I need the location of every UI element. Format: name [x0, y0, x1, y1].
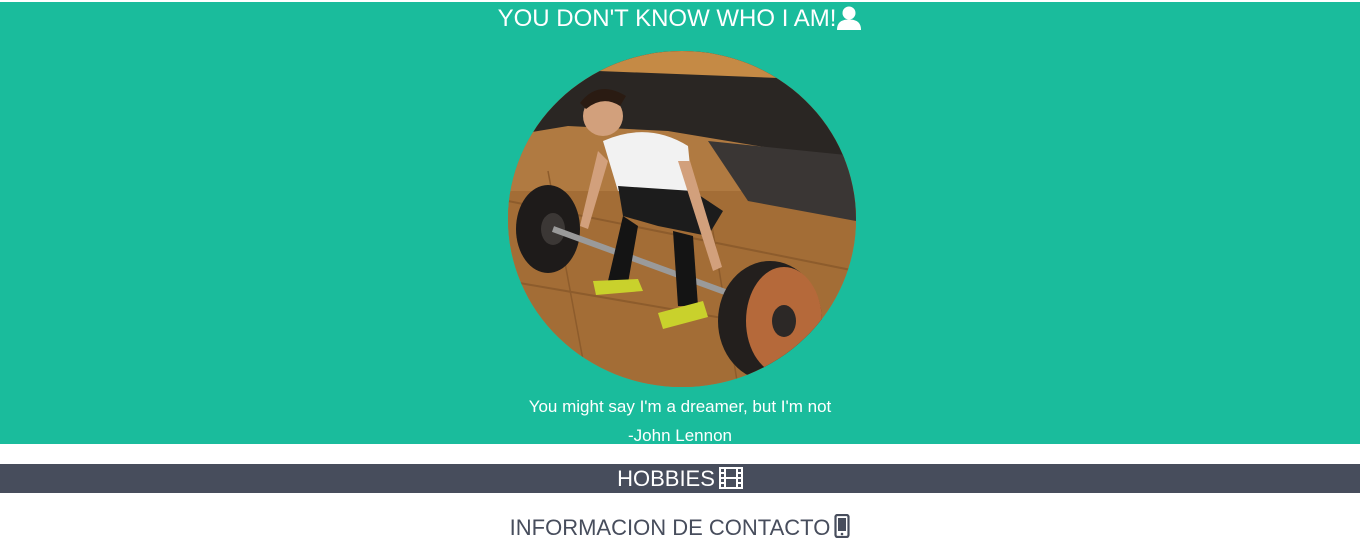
person-icon [836, 5, 862, 39]
film-icon [718, 467, 743, 496]
mobile-phone-icon [834, 496, 850, 546]
hero-title: YOU DON'T KNOW WHO I AM! [0, 4, 1360, 39]
hero-section: YOU DON'T KNOW WHO I AM! You might say I… [0, 2, 1360, 445]
contact-label: INFORMACION DE CONTACTO [509, 515, 831, 540]
hobbies-section-header[interactable]: HOBBIES [0, 464, 1360, 493]
hero-quote: You might say I'm a dreamer, but I'm not [528, 397, 832, 416]
quote-author: -John Lennon [628, 426, 732, 445]
hobbies-label: HOBBIES [617, 466, 715, 491]
hero-title-text: YOU DON'T KNOW WHO I AM! [497, 5, 837, 32]
contact-section-header[interactable]: INFORMACION DE CONTACTO [0, 493, 1360, 546]
profile-photo [508, 51, 856, 387]
